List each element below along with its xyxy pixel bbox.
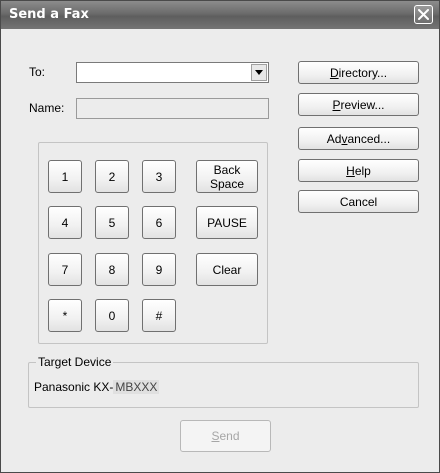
close-icon bbox=[418, 9, 429, 20]
keypad-key-6[interactable]: 6 bbox=[142, 206, 176, 239]
keypad-key-9[interactable]: 9 bbox=[142, 253, 176, 286]
preview-button[interactable]: Preview... bbox=[298, 93, 419, 116]
keypad-key-3[interactable]: 3 bbox=[142, 160, 176, 193]
target-device-label: Target Device bbox=[36, 355, 114, 369]
window-title: Send a Fax bbox=[9, 7, 89, 22]
keypad-key-1[interactable]: 1 bbox=[48, 160, 82, 193]
keypad-key-8[interactable]: 8 bbox=[95, 253, 129, 286]
keypad-key-2[interactable]: 2 bbox=[95, 160, 129, 193]
advanced-button[interactable]: Advanced... bbox=[298, 127, 419, 150]
close-button[interactable] bbox=[414, 5, 433, 24]
backspace-button[interactable]: Back Space bbox=[196, 160, 258, 193]
keypad-key-hash[interactable]: # bbox=[142, 299, 176, 332]
keypad-key-7[interactable]: 7 bbox=[48, 253, 82, 286]
clear-button[interactable]: Clear bbox=[196, 253, 258, 286]
keypad-key-star[interactable]: * bbox=[48, 299, 82, 332]
title-bar: Send a Fax bbox=[1, 1, 439, 29]
keypad-key-0[interactable]: 0 bbox=[95, 299, 129, 332]
keypad-key-5[interactable]: 5 bbox=[95, 206, 129, 239]
send-fax-dialog: Send a Fax To: Name: Directory... Previe… bbox=[0, 0, 440, 473]
target-device-group: Target Device Panasonic KX- MBXXX bbox=[28, 355, 419, 408]
help-button[interactable]: Help bbox=[298, 159, 419, 182]
to-label: To: bbox=[29, 65, 46, 79]
pause-button[interactable]: PAUSE bbox=[196, 206, 258, 239]
name-field bbox=[76, 98, 269, 119]
to-combobox[interactable] bbox=[76, 62, 269, 83]
to-dropdown-button[interactable] bbox=[251, 64, 267, 81]
chevron-down-icon bbox=[255, 70, 263, 75]
target-device-name: Panasonic KX- MBXXX bbox=[34, 380, 160, 394]
cancel-button[interactable]: Cancel bbox=[298, 190, 419, 213]
keypad-key-4[interactable]: 4 bbox=[48, 206, 82, 239]
directory-button[interactable]: Directory... bbox=[298, 61, 419, 84]
send-button[interactable]: Send bbox=[180, 420, 271, 452]
name-label: Name: bbox=[29, 101, 65, 115]
